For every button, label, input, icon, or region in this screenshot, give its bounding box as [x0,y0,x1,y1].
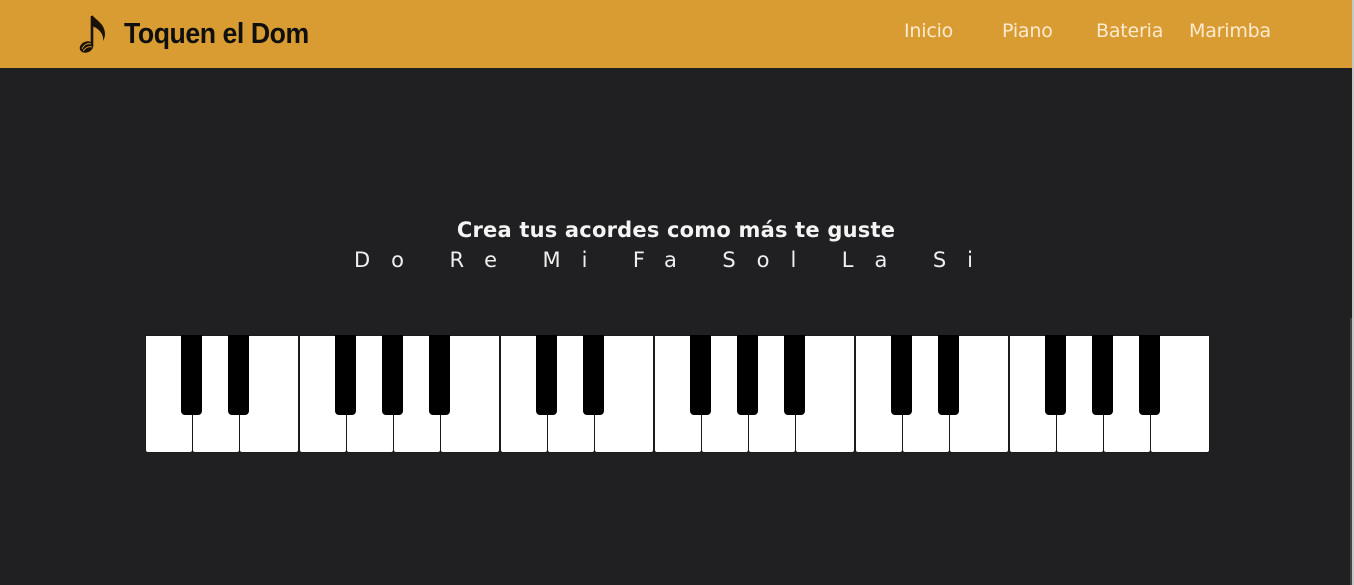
page: Toquen el Dom Inicio Piano Bateria Marim… [0,0,1354,585]
key-group [299,335,500,455]
black-key[interactable] [891,335,912,415]
note-mi: Mi [542,248,609,272]
key-group [855,335,1009,455]
piano-keyboard [145,335,1210,455]
black-key[interactable] [1045,335,1066,415]
nav-inicio[interactable]: Inicio [904,20,953,42]
nav-bateria[interactable]: Bateria [1096,20,1163,42]
page-headline: Crea tus acordes como más te guste [456,218,896,243]
black-key[interactable] [382,335,403,415]
note-sol: Sol [722,248,818,272]
nav-piano[interactable]: Piano [1002,20,1053,42]
note-names: Do Re Mi Fa Sol La Si [354,248,994,276]
nav-marimba[interactable]: Marimba [1189,20,1271,42]
black-key[interactable] [690,335,711,415]
site-header: Toquen el Dom Inicio Piano Bateria Marim… [0,0,1352,68]
brand[interactable]: Toquen el Dom [78,10,325,58]
black-key[interactable] [1092,335,1113,415]
note-la: La [841,248,909,272]
black-key[interactable] [536,335,557,415]
black-key[interactable] [181,335,202,415]
note-do: Do [354,248,426,272]
key-group [500,335,654,455]
note-re: Re [449,248,519,272]
black-key[interactable] [1139,335,1160,415]
music-note-icon [79,15,105,53]
main-nav: Inicio Piano Bateria Marimba [876,0,1296,68]
black-key[interactable] [938,335,959,415]
black-key[interactable] [228,335,249,415]
scrollbar-thumb[interactable] [1350,318,1352,585]
note-si: Si [932,248,994,272]
brand-title: Toquen el Dom [124,17,309,50]
black-key[interactable] [583,335,604,415]
key-group [145,335,299,455]
black-key[interactable] [429,335,450,415]
black-key[interactable] [784,335,805,415]
key-group [654,335,855,455]
note-fa: Fa [632,248,698,272]
black-key[interactable] [737,335,758,415]
black-key[interactable] [335,335,356,415]
key-group [1009,335,1210,455]
